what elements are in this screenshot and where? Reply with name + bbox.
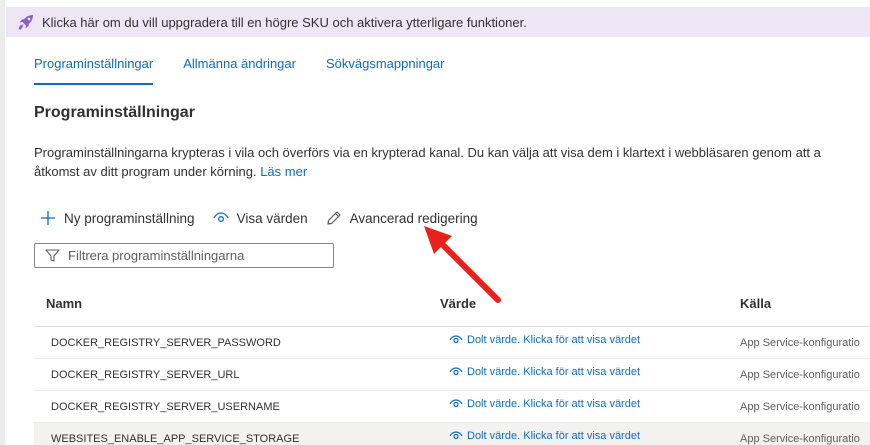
setting-source: App Service-konfiguratio	[740, 337, 860, 349]
upgrade-banner-text: Klicka här om du vill uppgradera till en…	[42, 14, 527, 30]
learn-more-link[interactable]: Läs mer	[260, 164, 307, 179]
column-header-name[interactable]: Namn	[46, 296, 82, 311]
table-row[interactable]: DOCKER_REGISTRY_SERVER_URL Dolt värde. K…	[34, 359, 870, 391]
table-row[interactable]: DOCKER_REGISTRY_SERVER_USERNAME Dolt vär…	[34, 391, 870, 423]
tab-general-settings[interactable]: Allmänna ändringar	[183, 52, 296, 88]
setting-name: WEBSITES_ENABLE_APP_SERVICE_STORAGE	[51, 433, 300, 445]
hidden-value-text: Dolt värde. Klicka för att visa värdet	[467, 398, 641, 410]
settings-table: Namn Värde Källa DOCKER_REGISTRY_SERVER_…	[34, 286, 870, 445]
eye-icon	[449, 399, 463, 408]
tab-path-mappings[interactable]: Sökvägsmappningar	[326, 52, 445, 88]
tab-program-settings[interactable]: Programinställningar	[34, 52, 154, 88]
rocket-icon	[15, 11, 37, 33]
advanced-edit-label: Avancerad redigering	[349, 210, 478, 226]
eye-icon	[449, 335, 463, 344]
hidden-value-link[interactable]: Dolt värde. Klicka för att visa värdet	[449, 398, 640, 410]
show-values-label: Visa värden	[236, 210, 308, 226]
setting-name: DOCKER_REGISTRY_SERVER_PASSWORD	[51, 337, 281, 349]
advanced-edit-button[interactable]: Avancerad redigering	[326, 210, 478, 226]
command-bar: Ny programinställning Visa värden Avance…	[40, 207, 478, 229]
setting-source: App Service-konfiguratio	[740, 433, 860, 445]
hidden-value-text: Dolt värde. Klicka för att visa värdet	[467, 430, 641, 442]
filter-input[interactable]	[68, 248, 328, 263]
setting-name: DOCKER_REGISTRY_SERVER_USERNAME	[51, 401, 280, 413]
description-line-2: åtkomst av ditt program under körning. L…	[34, 162, 870, 181]
hidden-value-link[interactable]: Dolt värde. Klicka för att visa värdet	[449, 366, 640, 378]
filter-box[interactable]	[34, 243, 334, 268]
column-header-source[interactable]: Källa	[740, 296, 771, 311]
hidden-value-link[interactable]: Dolt värde. Klicka för att visa värdet	[449, 430, 640, 442]
eye-icon	[449, 431, 463, 440]
hidden-value-link[interactable]: Dolt värde. Klicka för att visa värdet	[449, 334, 640, 346]
upgrade-banner[interactable]: Klicka här om du vill uppgradera till en…	[6, 7, 870, 37]
column-header-value[interactable]: Värde	[440, 296, 476, 311]
setting-source: App Service-konfiguratio	[740, 401, 860, 413]
setting-name: DOCKER_REGISTRY_SERVER_URL	[51, 369, 240, 381]
pencil-icon	[326, 210, 342, 226]
section-description: Programinställningarna krypteras i vila …	[34, 143, 870, 181]
hidden-value-text: Dolt värde. Klicka för att visa värdet	[467, 366, 641, 378]
plus-icon	[40, 210, 56, 226]
description-line-1: Programinställningarna krypteras i vila …	[34, 145, 821, 160]
table-header: Namn Värde Källa	[34, 286, 870, 327]
eye-icon	[449, 367, 463, 376]
setting-source: App Service-konfiguratio	[740, 369, 860, 381]
table-row[interactable]: DOCKER_REGISTRY_SERVER_PASSWORD Dolt vär…	[34, 327, 870, 359]
new-setting-button[interactable]: Ny programinställning	[40, 210, 195, 226]
description-line-2-text: åtkomst av ditt program under körning.	[34, 164, 257, 179]
show-values-button[interactable]: Visa värden	[212, 210, 308, 226]
app-settings-page: Klicka här om du vill uppgradera till en…	[0, 0, 870, 445]
section-title: Programinställningar	[34, 104, 195, 121]
left-rail	[0, 0, 5, 445]
table-row[interactable]: WEBSITES_ENABLE_APP_SERVICE_STORAGE Dolt…	[34, 423, 870, 445]
hidden-value-text: Dolt värde. Klicka för att visa värdet	[467, 334, 641, 346]
eye-icon	[212, 212, 229, 224]
new-setting-label: Ny programinställning	[64, 210, 195, 226]
filter-icon	[45, 248, 60, 263]
tab-bar: Programinställningar Allmänna ändringar …	[34, 52, 445, 88]
